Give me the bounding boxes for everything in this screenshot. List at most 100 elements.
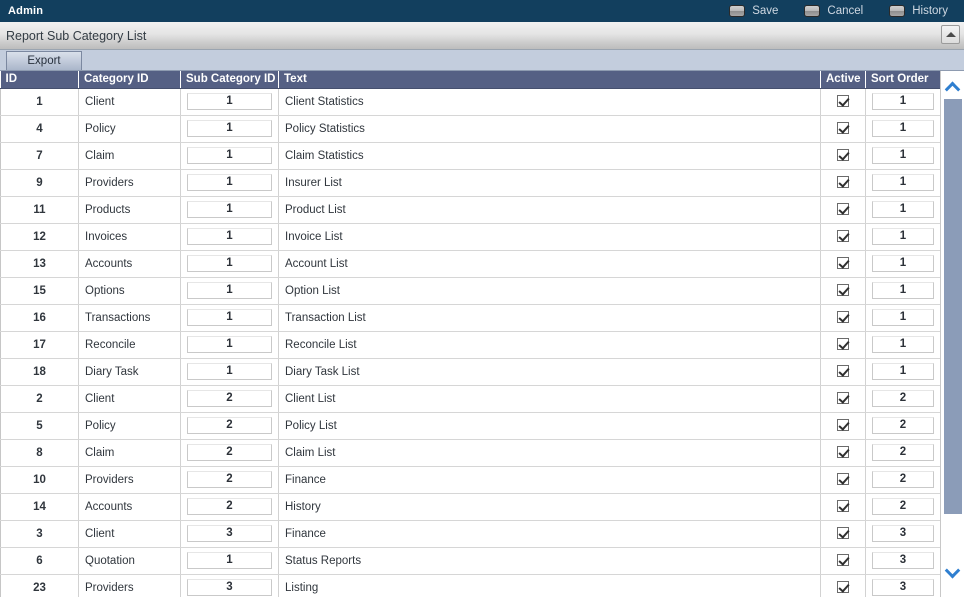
table-row[interactable]: 16 Transactions 1 Transaction List 1: [0, 304, 941, 332]
table-row[interactable]: 2 Client 2 Client List 2: [0, 385, 941, 413]
cell-category: Transactions: [78, 304, 181, 332]
cancel-button[interactable]: Cancel: [804, 5, 863, 17]
table-row[interactable]: 10 Providers 2 Finance 2: [0, 466, 941, 494]
active-checkbox[interactable]: [837, 95, 849, 108]
active-checkbox[interactable]: [837, 176, 849, 189]
subcategory-input[interactable]: 2: [187, 498, 272, 515]
sortorder-input[interactable]: 1: [872, 228, 934, 245]
scroll-up-button[interactable]: [941, 75, 964, 97]
active-checkbox[interactable]: [837, 284, 849, 297]
subcategory-input[interactable]: 1: [187, 174, 272, 191]
active-checkbox[interactable]: [837, 230, 849, 243]
sortorder-input[interactable]: 2: [872, 471, 934, 488]
subcategory-input[interactable]: 1: [187, 228, 272, 245]
sortorder-input[interactable]: 3: [872, 552, 934, 569]
history-button[interactable]: History: [889, 5, 948, 17]
subcategory-input[interactable]: 3: [187, 579, 272, 596]
collapse-panel-button[interactable]: [941, 25, 960, 44]
subcategory-input[interactable]: 1: [187, 363, 272, 380]
subcategory-input[interactable]: 1: [187, 309, 272, 326]
active-checkbox[interactable]: [837, 311, 849, 324]
table-row[interactable]: 4 Policy 1 Policy Statistics 1: [0, 115, 941, 143]
scroll-down-button[interactable]: [941, 562, 964, 584]
sortorder-input[interactable]: 1: [872, 363, 934, 380]
table-row[interactable]: 15 Options 1 Option List 1: [0, 277, 941, 305]
table-row[interactable]: 1 Client 1 Client Statistics 1: [0, 88, 941, 116]
active-checkbox[interactable]: [837, 392, 849, 405]
column-header-sortorder[interactable]: Sort Order: [865, 71, 941, 89]
sortorder-input[interactable]: 1: [872, 174, 934, 191]
sortorder-input[interactable]: 2: [872, 417, 934, 434]
sortorder-input[interactable]: 1: [872, 282, 934, 299]
subcategory-input[interactable]: 2: [187, 390, 272, 407]
sortorder-input[interactable]: 2: [872, 390, 934, 407]
table-row[interactable]: 18 Diary Task 1 Diary Task List 1: [0, 358, 941, 386]
column-header-text[interactable]: Text: [278, 71, 821, 89]
scrollbar-thumb[interactable]: [944, 99, 962, 514]
sortorder-input[interactable]: 1: [872, 93, 934, 110]
sortorder-input[interactable]: 1: [872, 255, 934, 272]
active-checkbox[interactable]: [837, 446, 849, 459]
subcategory-input[interactable]: 2: [187, 444, 272, 461]
active-checkbox[interactable]: [837, 419, 849, 432]
active-checkbox[interactable]: [837, 527, 849, 540]
table-row[interactable]: 23 Providers 3 Listing 3: [0, 574, 941, 597]
subcategory-input[interactable]: 3: [187, 525, 272, 542]
table-row[interactable]: 14 Accounts 2 History 2: [0, 493, 941, 521]
sortorder-input[interactable]: 1: [872, 309, 934, 326]
sortorder-input[interactable]: 2: [872, 498, 934, 515]
cell-active: [820, 277, 866, 305]
active-checkbox[interactable]: [837, 338, 849, 351]
vertical-scrollbar[interactable]: [940, 71, 964, 597]
active-checkbox[interactable]: [837, 500, 849, 513]
active-checkbox[interactable]: [837, 203, 849, 216]
active-checkbox[interactable]: [837, 473, 849, 486]
cell-sortorder: 1: [865, 169, 941, 197]
active-checkbox[interactable]: [837, 581, 849, 594]
save-button[interactable]: Save: [729, 5, 778, 17]
table-row[interactable]: 8 Claim 2 Claim List 2: [0, 439, 941, 467]
table-row[interactable]: 12 Invoices 1 Invoice List 1: [0, 223, 941, 251]
table-row[interactable]: 7 Claim 1 Claim Statistics 1: [0, 142, 941, 170]
subcategory-input[interactable]: 1: [187, 552, 272, 569]
export-button[interactable]: Export: [6, 51, 82, 70]
subcategory-input[interactable]: 1: [187, 93, 272, 110]
sortorder-input[interactable]: 1: [872, 336, 934, 353]
table-row[interactable]: 11 Products 1 Product List 1: [0, 196, 941, 224]
sortorder-input[interactable]: 1: [872, 147, 934, 164]
active-checkbox[interactable]: [837, 149, 849, 162]
column-header-category[interactable]: Category ID: [78, 71, 181, 89]
table-row[interactable]: 17 Reconcile 1 Reconcile List 1: [0, 331, 941, 359]
subcategory-input[interactable]: 2: [187, 471, 272, 488]
cell-id: 11: [0, 196, 79, 224]
cell-id: 12: [0, 223, 79, 251]
table-row[interactable]: 9 Providers 1 Insurer List 1: [0, 169, 941, 197]
active-checkbox[interactable]: [837, 122, 849, 135]
report-sub-category-table: ID Category ID Sub Category ID Text Acti…: [0, 71, 941, 597]
active-checkbox[interactable]: [837, 257, 849, 270]
cell-sortorder: 1: [865, 277, 941, 305]
sortorder-input[interactable]: 3: [872, 525, 934, 542]
subcategory-input[interactable]: 1: [187, 255, 272, 272]
column-header-id[interactable]: ID: [0, 71, 79, 89]
table-row[interactable]: 3 Client 3 Finance 3: [0, 520, 941, 548]
active-checkbox[interactable]: [837, 365, 849, 378]
subcategory-input[interactable]: 2: [187, 417, 272, 434]
active-checkbox[interactable]: [837, 554, 849, 567]
table-row[interactable]: 13 Accounts 1 Account List 1: [0, 250, 941, 278]
column-header-subcategory[interactable]: Sub Category ID: [180, 71, 279, 89]
cell-text: Claim Statistics: [278, 142, 821, 170]
sortorder-input[interactable]: 1: [872, 201, 934, 218]
subcategory-input[interactable]: 1: [187, 120, 272, 137]
column-header-active[interactable]: Active: [820, 71, 866, 89]
subcategory-input[interactable]: 1: [187, 201, 272, 218]
subcategory-input[interactable]: 1: [187, 336, 272, 353]
cell-active: [820, 493, 866, 521]
table-row[interactable]: 6 Quotation 1 Status Reports 3: [0, 547, 941, 575]
sortorder-input[interactable]: 2: [872, 444, 934, 461]
table-row[interactable]: 5 Policy 2 Policy List 2: [0, 412, 941, 440]
sortorder-input[interactable]: 1: [872, 120, 934, 137]
subcategory-input[interactable]: 1: [187, 147, 272, 164]
subcategory-input[interactable]: 1: [187, 282, 272, 299]
sortorder-input[interactable]: 3: [872, 579, 934, 596]
